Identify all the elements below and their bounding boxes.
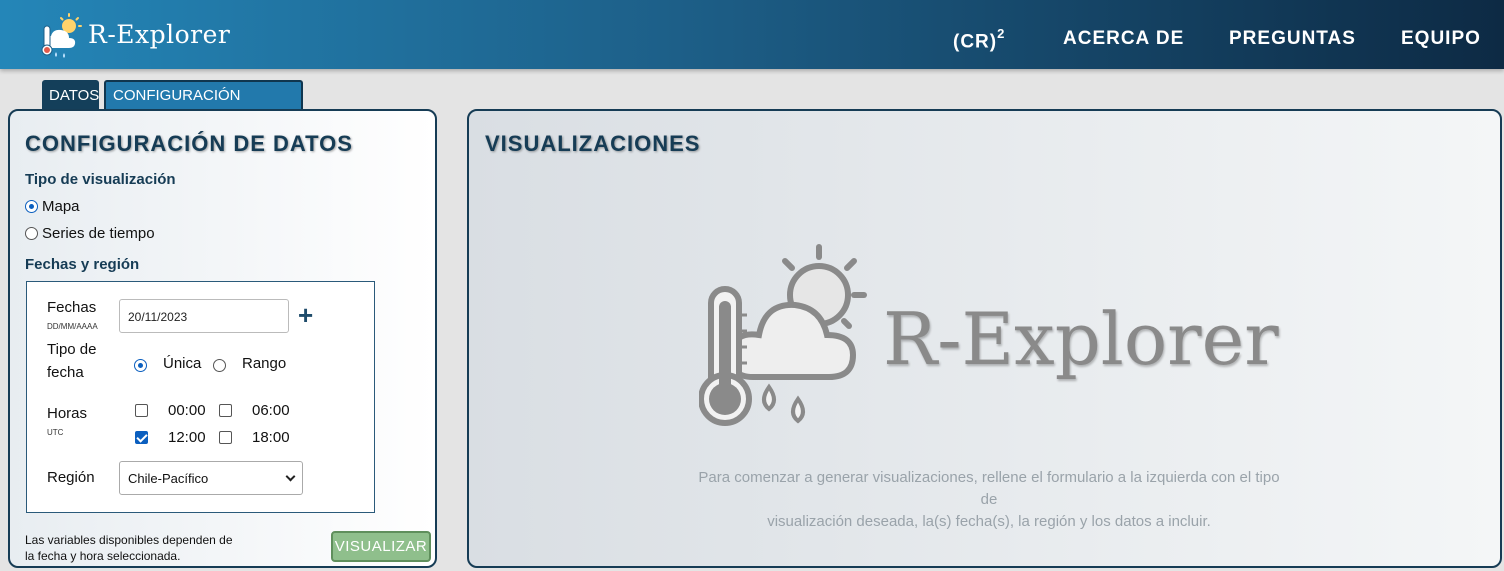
hours-label: Horas — [47, 405, 88, 422]
viz-option-mapa-label: Mapa — [42, 198, 80, 215]
tab-datos[interactable]: DATOS — [42, 80, 99, 110]
hour-0600-label: 06:00 — [252, 402, 290, 419]
region-select[interactable]: Chile-Pacífico — [119, 461, 303, 495]
nav-team[interactable]: EQUIPO — [1401, 28, 1481, 50]
viz-option-series[interactable]: Series de tiempo — [25, 225, 155, 242]
top-navbar: R-Explorer (CR)2 ACERCA DE PREGUNTAS EQU… — [0, 0, 1504, 69]
variables-note: Las variables disponibles dependen de la… — [25, 532, 235, 564]
empty-state-hint: Para comenzar a generar visualizaciones,… — [689, 467, 1289, 533]
data-config-panel: CONFIGURACIÓN DE DATOS Tipo de visualiza… — [8, 109, 437, 568]
region-label: Región — [47, 469, 95, 486]
region-select-value: Chile-Pacífico — [128, 471, 209, 486]
date-input[interactable]: 20/11/2023 — [119, 299, 289, 333]
plus-icon[interactable]: + — [298, 300, 313, 331]
variables-note-line-1: Las variables disponibles dependen de — [25, 533, 233, 547]
variables-note-line-2: la fecha y hora seleccionada. — [25, 549, 181, 563]
weather-logo-icon[interactable] — [38, 12, 86, 60]
dates-format-hint: DD/MM/AAAA — [47, 322, 98, 331]
hour-0000-label: 00:00 — [168, 402, 206, 419]
radio-series[interactable] — [25, 227, 38, 240]
checkbox-hour-0600[interactable] — [219, 404, 232, 417]
weather-placeholder-icon — [699, 244, 867, 426]
date-type-label-2: fecha — [47, 364, 84, 381]
dates-region-label: Fechas y región — [25, 256, 140, 273]
hour-1200-label: 12:00 — [168, 429, 206, 446]
tab-configuracion-avanzada[interactable]: CONFIGURACIÓN AVANZADA — [104, 80, 303, 132]
visualizations-panel: VISUALIZACIONES R-Explorer Para comenzar… — [467, 109, 1502, 568]
dates-label: Fechas — [47, 299, 97, 316]
viz-option-mapa[interactable]: Mapa — [25, 198, 80, 215]
visualizations-title: VISUALIZACIONES — [485, 131, 701, 156]
checkbox-hour-1200[interactable] — [135, 431, 148, 444]
date-type-unica-label: Única — [163, 355, 202, 372]
dates-region-fieldset: Fechas DD/MM/AAAA 20/11/2023 + Tipo de f… — [26, 281, 375, 513]
visualizar-button[interactable]: VISUALIZAR — [331, 531, 431, 562]
radio-unica[interactable] — [134, 359, 147, 372]
nav-cr2-label: (CR) — [953, 31, 998, 53]
viz-type-label: Tipo de visualización — [25, 171, 176, 188]
date-type-label-1: Tipo de — [47, 341, 97, 358]
nav-cr2[interactable]: (CR)2 — [953, 26, 1006, 53]
placeholder-brand: R-Explorer — [883, 297, 1279, 381]
empty-state-hint-line-1: Para comenzar a generar visualizaciones,… — [698, 469, 1280, 508]
nav-faq[interactable]: PREGUNTAS — [1229, 28, 1356, 50]
hours-utc-hint: UTC — [47, 428, 64, 437]
nav-cr2-superscript: 2 — [997, 26, 1006, 41]
hour-1800-label: 18:00 — [252, 429, 290, 446]
chevron-down-icon — [285, 471, 296, 482]
brand-name[interactable]: R-Explorer — [88, 20, 230, 49]
checkbox-hour-0000[interactable] — [135, 404, 148, 417]
panel-title: CONFIGURACIÓN DE DATOS — [25, 131, 353, 156]
nav-about[interactable]: ACERCA DE — [1063, 28, 1184, 50]
checkbox-hour-1800[interactable] — [219, 431, 232, 444]
radio-mapa[interactable] — [25, 200, 38, 213]
date-type-rango-label: Rango — [242, 355, 287, 372]
viz-option-series-label: Series de tiempo — [42, 225, 155, 242]
radio-rango[interactable] — [213, 359, 226, 372]
empty-state-hint-line-2: visualización deseada, la(s) fecha(s), l… — [767, 513, 1211, 530]
